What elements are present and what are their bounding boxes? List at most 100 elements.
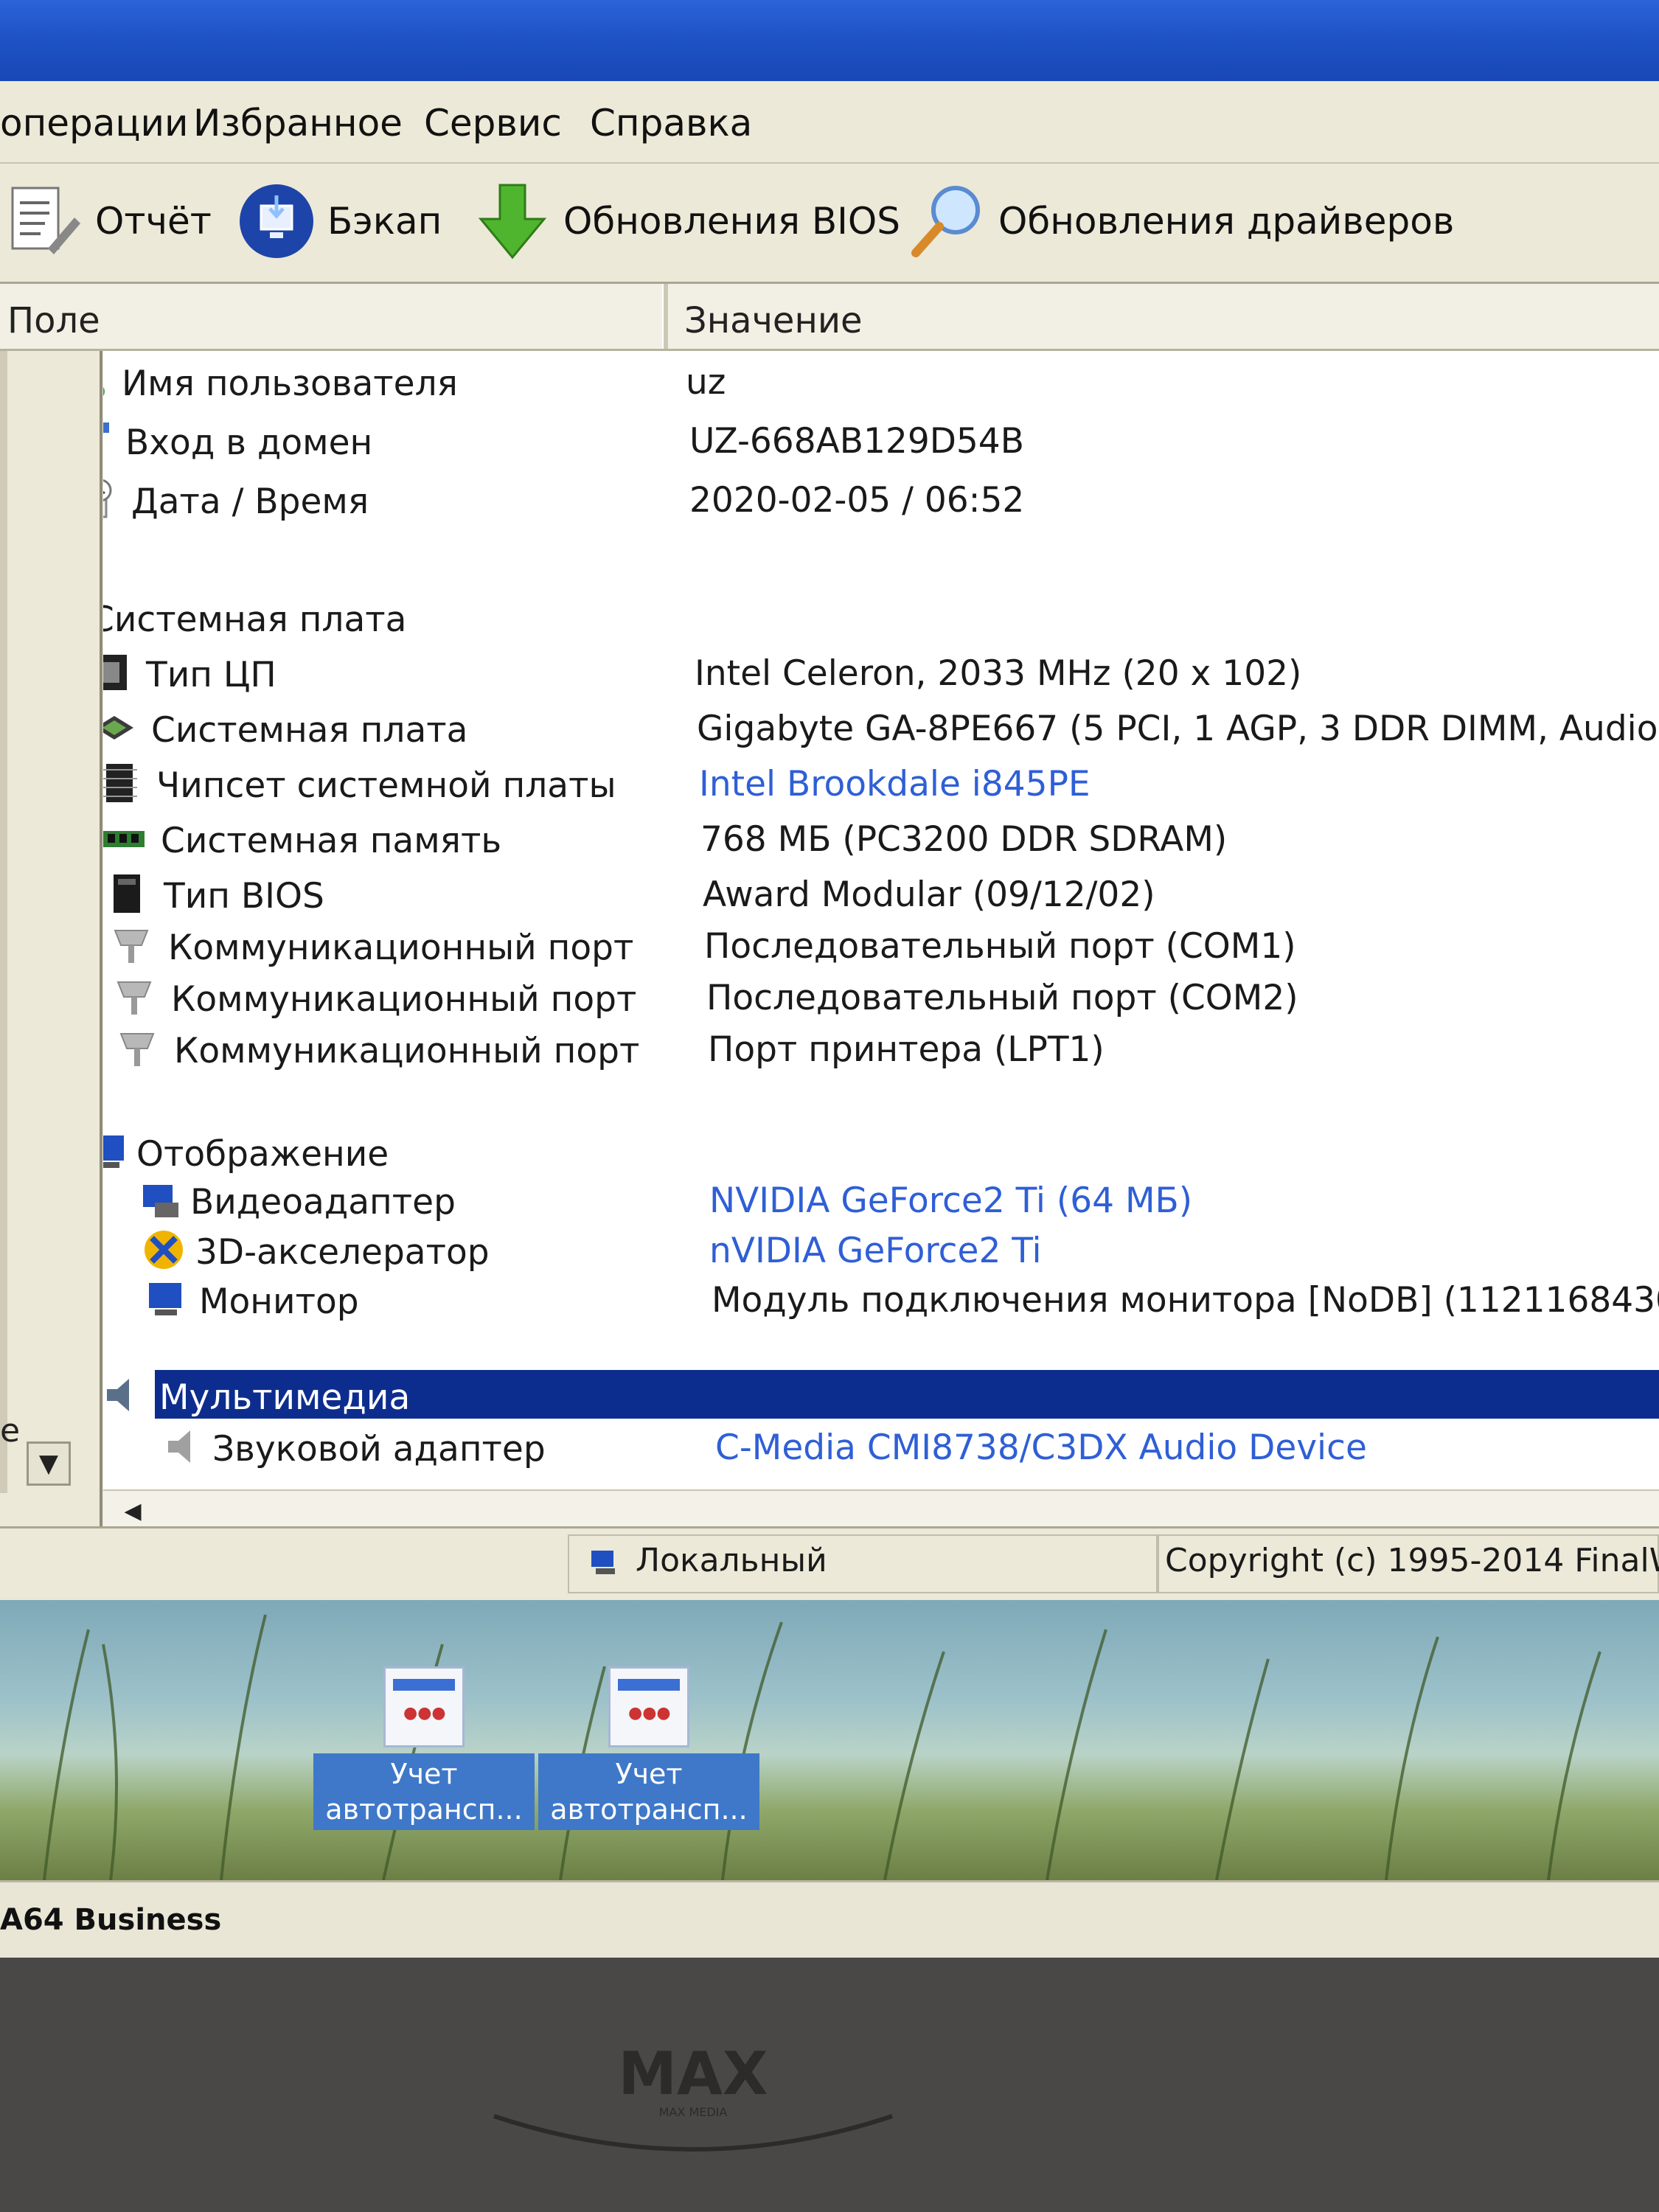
bios-chip-icon bbox=[114, 874, 140, 913]
bios-updates-label: Обновления BIOS bbox=[563, 200, 900, 243]
field-label: Тип BIOS bbox=[164, 876, 324, 917]
list-item[interactable]: Тип BIOS Award Modular (09/12/02) bbox=[103, 869, 1659, 920]
report-button[interactable]: Отчёт bbox=[4, 177, 212, 265]
bios-updates-button[interactable]: Обновления BIOS bbox=[472, 177, 900, 265]
3d-accelerator-icon bbox=[145, 1231, 183, 1269]
list-item[interactable]: Чипсет системной платы Intel Brookdale i… bbox=[103, 758, 1659, 810]
toolbar: Отчёт Бэкап Обновления BIOS Обновления д… bbox=[0, 164, 1659, 284]
desktop-shortcut[interactable]: ●●● Учет автотрансп... bbox=[538, 1666, 759, 1830]
window-titlebar[interactable] bbox=[0, 0, 1659, 81]
tree-scroll-down-button[interactable]: ▼ bbox=[27, 1441, 71, 1486]
shortcut-app-icon: ●●● bbox=[608, 1666, 689, 1747]
field-label: Коммуникационный порт bbox=[171, 979, 637, 1020]
list-item[interactable]: Дата / Время 2020-02-05 / 06:52 bbox=[103, 474, 1659, 526]
field-value: Последовательный порт (COM1) bbox=[704, 926, 1296, 967]
status-panel-mode: Локальный bbox=[568, 1534, 1158, 1593]
group-label: Отображение bbox=[136, 1134, 389, 1175]
list-item[interactable]: Вход в домен UZ-668AB129D54B bbox=[103, 415, 1659, 467]
list-item[interactable]: 3D-акселератор nVIDIA GeForce2 Ti bbox=[103, 1225, 1659, 1276]
driver-updates-label: Обновления драйверов bbox=[998, 200, 1455, 243]
list-item[interactable]: Коммуникационный порт Последовательный п… bbox=[103, 972, 1659, 1023]
field-label: Коммуникационный порт bbox=[174, 1031, 640, 1071]
field-label: Тип ЦП bbox=[146, 655, 276, 695]
list-item[interactable]: Звуковой адаптер C-Media CMI8738/C3DX Au… bbox=[103, 1422, 1659, 1473]
field-label: Системная плата bbox=[151, 710, 468, 751]
list-item[interactable]: Системная память 768 МБ (PC3200 DDR SDRA… bbox=[103, 813, 1659, 865]
taskbar-app-button[interactable]: A64 Business bbox=[0, 1903, 221, 1937]
field-label: Дата / Время bbox=[131, 481, 369, 522]
taskbar: A64 Business bbox=[0, 1880, 1659, 1958]
backup-label: Бэкап bbox=[327, 200, 442, 243]
tree-group-header[interactable]: Системная плата bbox=[103, 592, 1659, 644]
menu-operations[interactable]: операции bbox=[0, 102, 188, 145]
user-icon bbox=[103, 387, 105, 396]
field-label: 3D-акселератор bbox=[195, 1232, 490, 1273]
tree-group-header-selected[interactable]: Мультимедиа bbox=[103, 1370, 1659, 1422]
list-item[interactable]: Тип ЦП Intel Celeron, 2033 MHz (20 x 102… bbox=[103, 647, 1659, 699]
magnifier-icon bbox=[911, 186, 980, 257]
field-value: Gigabyte GA-8PE667 (5 PCI, 1 AGP, 3 DDR … bbox=[697, 709, 1659, 749]
calendar-clock-icon bbox=[103, 479, 112, 518]
tree-group-header[interactable]: Отображение bbox=[103, 1127, 1659, 1178]
list-item[interactable]: Монитор Модуль подключения монитора [NoD… bbox=[103, 1274, 1659, 1326]
list-item[interactable]: Видеоадаптер NVIDIA GeForce2 Ti (64 МБ) bbox=[103, 1175, 1659, 1226]
desktop-wallpaper: ●●● Учет автотрансп... ●●● Учет автотрансп… bbox=[0, 1600, 1659, 1880]
display-monitor-icon bbox=[103, 1135, 124, 1168]
video-adapter-link[interactable]: NVIDIA GeForce2 Ti (64 МБ) bbox=[709, 1180, 1192, 1221]
tree-item-fragment[interactable]: e bbox=[0, 1412, 20, 1450]
screen: операции Избранное Сервис Справка Отчёт bbox=[0, 0, 1659, 1958]
field-label: Чипсет системной платы bbox=[156, 765, 616, 806]
monitor-brand-logo: MAX MAX MEDIA bbox=[493, 2039, 893, 2152]
3d-accelerator-link[interactable]: nVIDIA GeForce2 Ti bbox=[709, 1231, 1042, 1271]
details-list: Имя пользователя uz Вход в домен UZ-668A… bbox=[103, 349, 1659, 1492]
shortcut-caption-line2: автотрансп... bbox=[550, 1793, 748, 1826]
field-label: Коммуникационный порт bbox=[168, 928, 634, 968]
list-item[interactable]: Коммуникационный порт Порт принтера (LPT… bbox=[103, 1023, 1659, 1075]
field-value: Последовательный порт (COM2) bbox=[706, 978, 1298, 1018]
monitor-icon bbox=[149, 1283, 181, 1315]
status-mode-text: Локальный bbox=[636, 1542, 827, 1579]
column-value[interactable]: Значение bbox=[684, 300, 863, 341]
field-value: uz bbox=[686, 362, 726, 403]
report-icon bbox=[11, 187, 80, 254]
field-label: Системная память bbox=[161, 821, 502, 861]
menu-service[interactable]: Сервис bbox=[424, 102, 562, 145]
list-item[interactable]: Коммуникационный порт Последовательный п… bbox=[103, 920, 1659, 972]
status-panel-copyright: Copyright (c) 1995-2014 FinalWire bbox=[1158, 1534, 1659, 1593]
chipset-icon bbox=[103, 764, 137, 802]
list-item[interactable]: Системная плата Gigabyte GA-8PE667 (5 PC… bbox=[103, 703, 1659, 754]
tree-edge bbox=[0, 284, 7, 1493]
backup-button[interactable]: Бэкап bbox=[236, 177, 442, 265]
logo-main-text: MAX bbox=[618, 2039, 768, 2108]
logo-sub-text: MAX MEDIA bbox=[659, 2105, 728, 2119]
menu-bar: операции Избранное Сервис Справка bbox=[0, 81, 1659, 164]
column-resize-handle[interactable] bbox=[662, 284, 668, 349]
port-connector-icon bbox=[119, 1033, 155, 1066]
audio-adapter-link[interactable]: C-Media CMI8738/C3DX Audio Device bbox=[715, 1427, 1367, 1468]
copyright-text: Copyright (c) 1995-2014 FinalWire bbox=[1165, 1542, 1659, 1579]
green-down-arrow-icon bbox=[478, 184, 547, 260]
field-value: Intel Celeron, 2033 MHz (20 x 102) bbox=[695, 653, 1302, 694]
chipset-link[interactable]: Intel Brookdale i845PE bbox=[699, 764, 1091, 804]
field-label: Монитор bbox=[199, 1281, 359, 1322]
column-field[interactable]: Поле bbox=[7, 300, 100, 341]
field-value: 2020-02-05 / 06:52 bbox=[689, 480, 1025, 521]
menu-favorites[interactable]: Избранное bbox=[193, 102, 403, 145]
column-header: Поле Значение bbox=[0, 284, 1659, 351]
list-item[interactable]: Имя пользователя uz bbox=[103, 356, 1659, 408]
memory-icon bbox=[103, 831, 145, 847]
shortcut-caption-line2: автотрансп... bbox=[325, 1793, 523, 1826]
field-label: Видеоадаптер bbox=[190, 1182, 456, 1222]
driver-updates-button[interactable]: Обновления драйверов bbox=[907, 177, 1454, 265]
scroll-left-button[interactable]: ◀ bbox=[116, 1495, 149, 1528]
navigation-tree-pane[interactable]: e ▼ bbox=[0, 284, 102, 1526]
port-connector-icon bbox=[116, 981, 152, 1015]
computer-icon bbox=[591, 1551, 615, 1574]
port-connector-icon bbox=[114, 930, 149, 963]
status-bar: Локальный Copyright (c) 1995-2014 FinalW… bbox=[0, 1526, 1659, 1602]
horizontal-scrollbar[interactable]: ◀ bbox=[103, 1489, 1659, 1531]
group-label: Системная плата bbox=[103, 599, 407, 640]
field-label: Имя пользователя bbox=[122, 364, 458, 404]
menu-help[interactable]: Справка bbox=[590, 102, 752, 145]
desktop-shortcut[interactable]: ●●● Учет автотрансп... bbox=[313, 1666, 535, 1830]
